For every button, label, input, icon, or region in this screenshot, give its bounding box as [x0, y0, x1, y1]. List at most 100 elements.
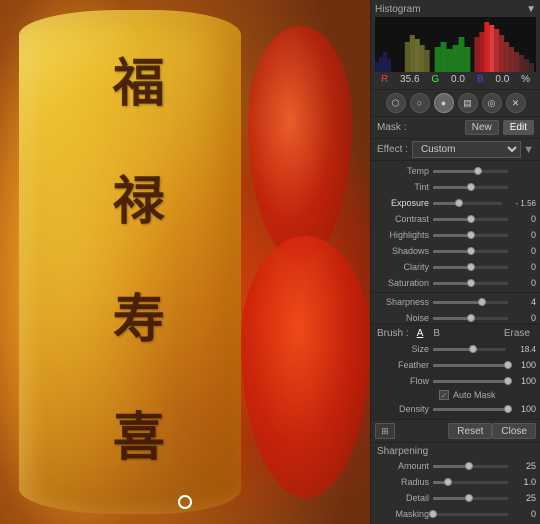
tool-brush[interactable]: ● — [434, 93, 454, 113]
tool-crop[interactable]: ⬡ — [386, 93, 406, 113]
slider-value-flow: 100 — [508, 376, 536, 386]
automask-checkbox[interactable]: ✓ — [439, 390, 449, 400]
slider-track-flow[interactable] — [433, 380, 508, 383]
chinese-char-1: 福 — [113, 59, 165, 111]
circle-indicator[interactable] — [178, 495, 192, 509]
slider-track-density[interactable] — [433, 408, 508, 411]
sharpening-title: Sharpening — [377, 446, 428, 457]
chinese-char-3: 寿 — [113, 295, 165, 347]
histogram-svg — [375, 17, 536, 72]
slider-thumb-radius[interactable] — [444, 478, 452, 486]
tool-redeye[interactable]: ✕ — [506, 93, 526, 113]
slider-thumb-contrast[interactable] — [467, 215, 475, 223]
slider-value-density: 100 — [508, 404, 536, 414]
slider-fill-size — [433, 348, 473, 351]
slider-row-saturation: Saturation 0 — [371, 275, 540, 291]
mask-new-button[interactable]: New — [465, 120, 499, 135]
hist-b-label: B — [477, 74, 484, 85]
slider-fill-clarity — [433, 266, 471, 269]
slider-thumb-sharpness[interactable] — [478, 298, 486, 306]
slider-thumb-tint[interactable] — [467, 183, 475, 191]
brush-tabs: A B — [413, 328, 444, 339]
effect-down-icon: ▼ — [523, 144, 534, 156]
slider-row-sharpness: Sharpness 4 — [371, 294, 540, 310]
brush-tab-a[interactable]: A — [413, 328, 428, 339]
chinese-char-2: 禄 — [113, 177, 165, 229]
brush-erase-tab[interactable]: Erase — [500, 328, 534, 339]
slider-fill-highlights — [433, 234, 471, 237]
right-panel: Histogram ▼ — [370, 0, 540, 524]
histogram-menu-icon[interactable]: ▼ — [526, 4, 536, 15]
slider-track-radius[interactable] — [433, 481, 508, 484]
effect-dropdown[interactable]: Custom — [412, 141, 521, 158]
slider-thumb-temp[interactable] — [474, 167, 482, 175]
sliders-section[interactable]: Temp Tint Exposure - 1.56 — [371, 161, 540, 323]
slider-name-contrast: Contrast — [375, 214, 433, 224]
slider-thumb-noise[interactable] — [467, 314, 475, 322]
tool-heal[interactable]: ○ — [410, 93, 430, 113]
slider-thumb-amount[interactable] — [465, 462, 473, 470]
slider-row-tint: Tint — [371, 179, 540, 195]
sharpening-header: Sharpening — [371, 445, 540, 458]
tool-radial[interactable]: ◎ — [482, 93, 502, 113]
slider-track-amount[interactable] — [433, 465, 508, 468]
slider-track-temp[interactable] — [433, 170, 508, 173]
mask-section: Mask : New Edit — [371, 117, 540, 139]
hist-r-value: 35.6 — [400, 74, 419, 85]
slider-fill-feather — [433, 364, 508, 367]
histogram-header: Histogram ▼ — [375, 2, 536, 17]
slider-name-density: Density — [375, 404, 433, 414]
histogram-canvas — [375, 17, 536, 72]
slider-track-saturation[interactable] — [433, 282, 508, 285]
brush-tab-b[interactable]: B — [429, 328, 444, 339]
slider-fill-contrast — [433, 218, 471, 221]
slider-track-sharpness[interactable] — [433, 301, 508, 304]
slider-track-shadows[interactable] — [433, 250, 508, 253]
slider-value-noise: 0 — [508, 313, 536, 323]
slider-track-highlights[interactable] — [433, 234, 508, 237]
slider-name-noise: Noise — [375, 313, 433, 323]
slider-name-saturation: Saturation — [375, 278, 433, 288]
slider-value-radius: 1.0 — [508, 477, 536, 487]
tool-grad[interactable]: ▤ — [458, 93, 478, 113]
slider-thumb-shadows[interactable] — [467, 247, 475, 255]
slider-value-masking: 0 — [508, 509, 536, 519]
slider-track-tint[interactable] — [433, 186, 508, 189]
slider-row-masking: Masking 0 — [371, 506, 540, 522]
slider-fill-density — [433, 408, 508, 411]
brush-header: Brush : A B Erase — [371, 326, 540, 341]
slider-thumb-clarity[interactable] — [467, 263, 475, 271]
automask-label: Auto Mask — [453, 390, 496, 400]
slider-track-clarity[interactable] — [433, 266, 508, 269]
reset-button[interactable]: Reset — [448, 423, 492, 439]
mask-row: Mask : New Edit — [377, 120, 534, 135]
slider-thumb-highlights[interactable] — [467, 231, 475, 239]
slider-thumb-feather[interactable] — [504, 361, 512, 369]
slider-track-exposure[interactable] — [433, 202, 502, 205]
automask-row: ✓ Auto Mask — [371, 389, 540, 401]
slider-name-clarity: Clarity — [375, 262, 433, 272]
slider-row-highlights: Highlights 0 — [371, 227, 540, 243]
slider-fill-sharpness — [433, 301, 482, 304]
slider-track-feather[interactable] — [433, 364, 508, 367]
slider-name-temp: Temp — [375, 166, 433, 176]
slider-thumb-density[interactable] — [504, 405, 512, 413]
slider-row-exposure: Exposure - 1.56 — [371, 195, 540, 211]
slider-thumb-detail[interactable] — [465, 494, 473, 502]
slider-thumb-size[interactable] — [469, 345, 477, 353]
slider-thumb-saturation[interactable] — [467, 279, 475, 287]
slider-thumb-exposure[interactable] — [455, 199, 463, 207]
slider-name-tint: Tint — [375, 182, 433, 192]
slider-name-amount: Amount — [375, 461, 433, 471]
slider-thumb-flow[interactable] — [504, 377, 512, 385]
slider-track-masking[interactable] — [433, 513, 508, 516]
slider-track-contrast[interactable] — [433, 218, 508, 221]
copy-settings-button[interactable]: ⊞ — [375, 423, 395, 439]
slider-row-size: Size 18.4 — [371, 341, 540, 357]
close-button[interactable]: Close — [492, 423, 536, 439]
slider-thumb-masking[interactable] — [429, 510, 437, 518]
slider-track-detail[interactable] — [433, 497, 508, 500]
mask-edit-button[interactable]: Edit — [503, 120, 534, 135]
slider-track-size[interactable] — [433, 348, 506, 351]
slider-track-noise[interactable] — [433, 317, 508, 320]
